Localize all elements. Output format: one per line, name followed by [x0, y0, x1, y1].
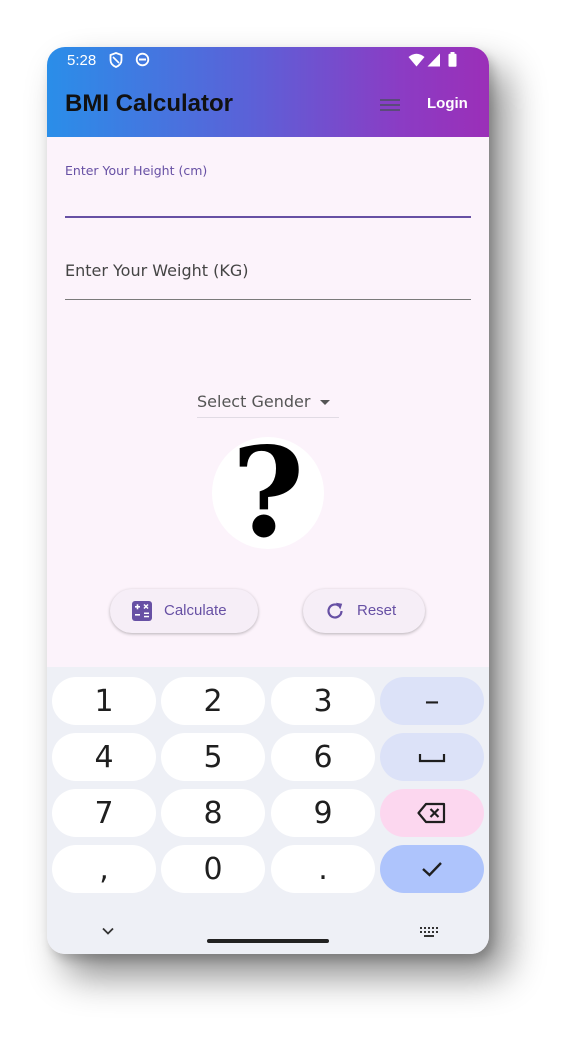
key-period[interactable]: .	[271, 845, 375, 893]
key-done[interactable]	[380, 845, 484, 893]
backspace-icon	[417, 802, 446, 824]
calculate-button[interactable]: Calculate	[110, 589, 258, 633]
bmi-form: Enter Your Height (cm) Enter Your Weight…	[47, 137, 489, 667]
dropdown-arrow-icon	[320, 400, 330, 405]
key-7[interactable]: 7	[52, 789, 156, 837]
height-underline	[65, 216, 471, 218]
status-time: 5:28	[67, 52, 97, 69]
key-6[interactable]: 6	[271, 733, 375, 781]
login-button[interactable]: Login	[427, 95, 468, 112]
sync-icon	[135, 52, 150, 71]
key-space[interactable]	[380, 733, 484, 781]
navigation-bar	[47, 905, 489, 954]
battery-icon	[448, 52, 457, 71]
checkmark-icon	[422, 862, 442, 877]
key-2[interactable]: 2	[161, 677, 265, 725]
signal-icon	[427, 52, 441, 71]
status-bar: 5:28	[47, 47, 489, 75]
menu-button[interactable]	[377, 95, 403, 115]
calculate-label: Calculate	[164, 602, 227, 619]
height-label: Enter Your Height (cm)	[65, 163, 208, 178]
chevron-down-icon	[102, 927, 114, 935]
reset-button[interactable]: Reset	[303, 589, 425, 633]
weight-underline	[65, 299, 471, 300]
question-mark: ?	[231, 437, 305, 549]
key-5[interactable]: 5	[161, 733, 265, 781]
hide-keyboard-button[interactable]	[101, 921, 115, 940]
key-comma[interactable]: ,	[52, 845, 156, 893]
key-minus[interactable]: –	[380, 677, 484, 725]
wifi-icon	[408, 52, 425, 71]
key-3[interactable]: 3	[271, 677, 375, 725]
shield-icon	[109, 52, 123, 72]
key-1[interactable]: 1	[52, 677, 156, 725]
key-backspace[interactable]	[380, 789, 484, 837]
keyboard-icon	[420, 927, 438, 937]
gender-label: Select Gender	[197, 392, 311, 411]
key-4[interactable]: 4	[52, 733, 156, 781]
calculator-icon	[132, 601, 152, 621]
gender-dropdown[interactable]: Select Gender	[197, 390, 339, 418]
reset-label: Reset	[357, 602, 397, 619]
keyboard-switch-button[interactable]	[419, 923, 439, 942]
gender-avatar: ?	[212, 437, 324, 549]
gender-underline	[197, 417, 339, 418]
home-handle[interactable]	[207, 939, 329, 943]
menu-icon	[380, 99, 400, 111]
key-9[interactable]: 9	[271, 789, 375, 837]
app-title: BMI Calculator	[65, 90, 234, 117]
app-bar: 5:28 BMI Calculator Login	[47, 47, 489, 137]
weight-placeholder: Enter Your Weight (KG)	[65, 261, 249, 280]
key-8[interactable]: 8	[161, 789, 265, 837]
phone-screen: 5:28 BMI Calculator Login Enter Your Hei…	[47, 47, 489, 954]
weight-field[interactable]: Enter Your Weight (KG)	[65, 261, 471, 301]
refresh-icon	[327, 602, 343, 619]
height-field[interactable]: Enter Your Height (cm)	[65, 163, 471, 219]
key-0[interactable]: 0	[161, 845, 265, 893]
space-icon	[418, 754, 446, 763]
